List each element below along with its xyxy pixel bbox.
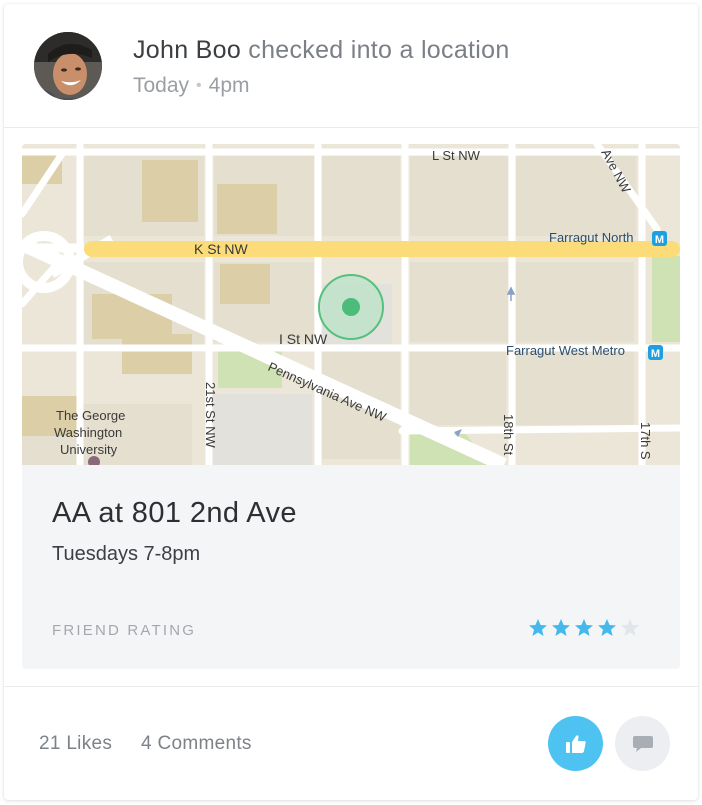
star-filled-icon xyxy=(552,619,570,636)
speech-bubble-icon xyxy=(632,735,653,752)
comments-count[interactable]: 4 Comments xyxy=(141,733,252,755)
avatar[interactable] xyxy=(34,32,102,100)
label-18th: 18th St xyxy=(501,414,516,456)
checkin-card: John Boo checked into a location Today • 4… xyxy=(4,4,698,800)
star-filled-icon xyxy=(575,619,593,636)
thumbs-up-icon xyxy=(565,734,586,753)
map-canvas: L St NW K St NW I St NW Pennsylvania Ave… xyxy=(22,144,680,465)
post-time: 4pm xyxy=(208,74,250,97)
location-schedule: Tuesdays 7-8pm xyxy=(52,543,201,565)
label-i-st: I St NW xyxy=(279,331,328,347)
label-farragut-north: Farragut North xyxy=(549,230,634,245)
metro-icon: M xyxy=(652,231,667,246)
label-k-st: K St NW xyxy=(194,241,248,257)
comment-button[interactable] xyxy=(615,716,670,771)
rating-label: FRIEND RATING xyxy=(52,622,197,639)
post-footer: 21 Likes 4 Comments xyxy=(4,686,698,800)
avatar-photo xyxy=(34,32,102,100)
likes-count[interactable]: 21 Likes xyxy=(39,733,112,755)
location-title[interactable]: AA at 801 2nd Ave xyxy=(52,497,297,530)
label-l-st: L St NW xyxy=(432,148,481,163)
label-17th: 17th S xyxy=(638,422,653,460)
star-filled-icon xyxy=(529,619,547,636)
star-filled-icon xyxy=(598,619,616,636)
post-headline: John Boo checked into a location xyxy=(133,36,510,65)
label-gwu-3: University xyxy=(60,442,118,457)
star-empty-icon xyxy=(621,619,639,636)
svg-text:M: M xyxy=(655,234,664,246)
metro-icon: M xyxy=(648,345,663,360)
location-pin[interactable] xyxy=(342,298,360,316)
friend-rating-stars xyxy=(528,618,640,640)
like-button[interactable] xyxy=(548,716,603,771)
post-header: John Boo checked into a location Today • 4… xyxy=(4,4,698,128)
post-timestamp: Today • 4pm xyxy=(133,74,250,98)
label-gwu-1: The George xyxy=(56,408,125,423)
location-map[interactable]: L St NW K St NW I St NW Pennsylvania Ave… xyxy=(22,144,680,465)
post-day: Today xyxy=(133,74,190,97)
post-action: checked into a location xyxy=(241,36,510,64)
label-gwu-2: Washington xyxy=(54,425,122,440)
meta-separator: • xyxy=(196,77,202,94)
location-panel[interactable]: L St NW K St NW I St NW Pennsylvania Ave… xyxy=(22,144,680,669)
label-farragut-west: Farragut West Metro xyxy=(506,343,625,358)
label-21st: 21st St NW xyxy=(203,382,218,448)
author-name[interactable]: John Boo xyxy=(133,36,241,64)
svg-text:M: M xyxy=(651,348,660,360)
